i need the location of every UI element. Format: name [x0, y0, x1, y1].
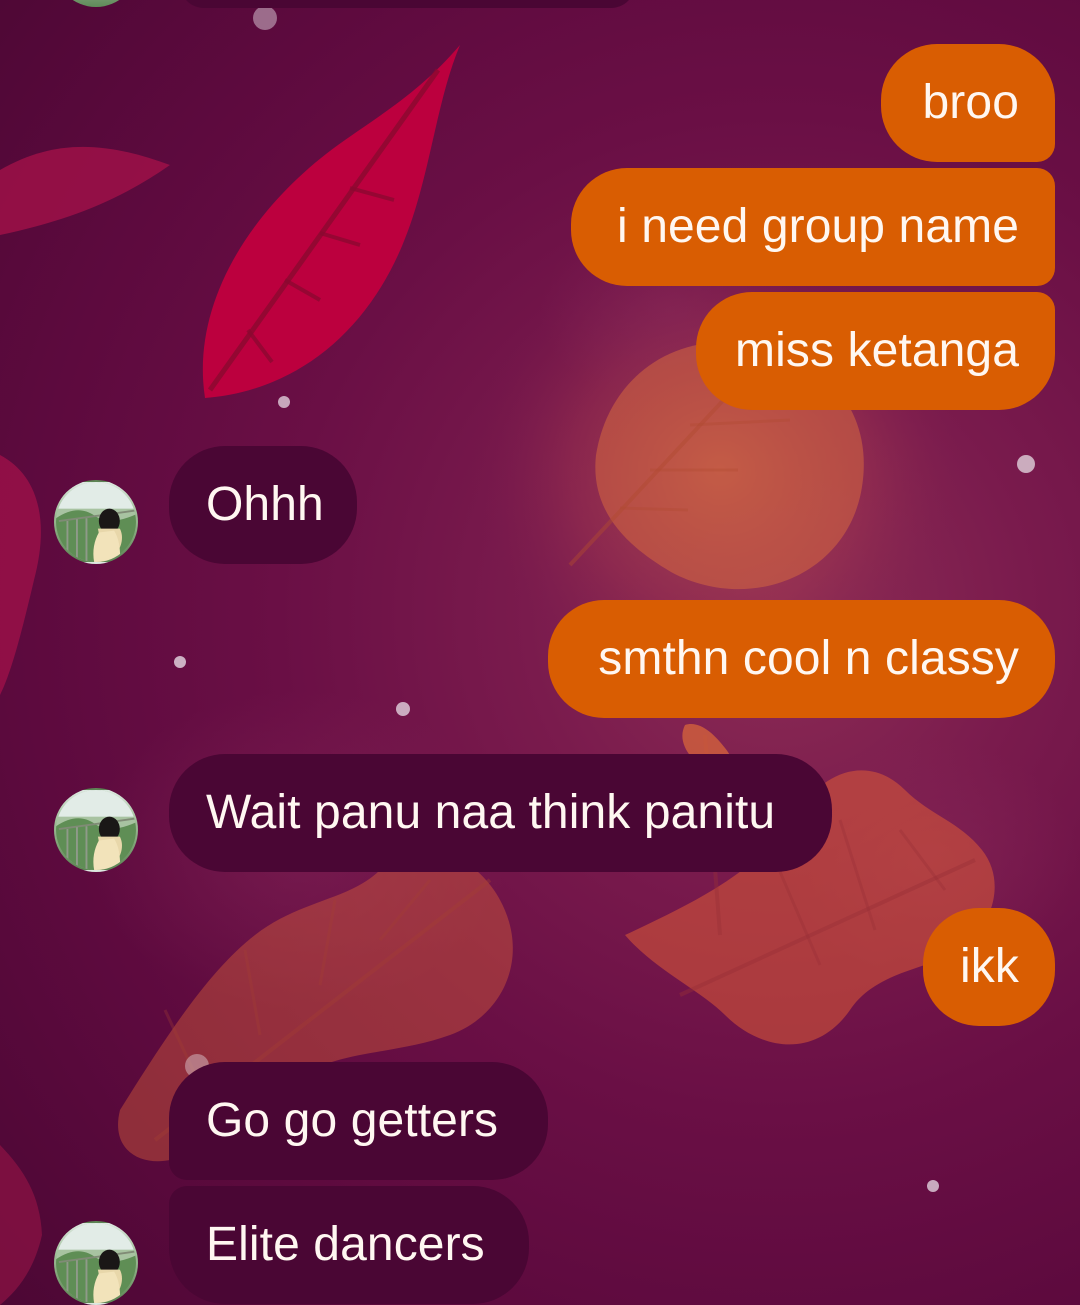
profile-photo-icon: [56, 1223, 136, 1303]
profile-photo-icon: [56, 790, 136, 870]
message-bubble-outgoing: i need group name: [571, 168, 1055, 286]
message-bubble-outgoing: smthn cool n classy: [548, 600, 1055, 718]
profile-photo-icon: [56, 482, 136, 562]
message-bubble-incoming: Go go getters: [169, 1062, 548, 1180]
previous-message-fragment: [180, 0, 635, 8]
message-bubble-outgoing: miss ketanga: [696, 292, 1055, 410]
message-bubble-incoming: Wait panu naa think panitu: [169, 754, 832, 872]
avatar: [54, 1221, 138, 1305]
message-bubble-outgoing: broo: [881, 44, 1055, 162]
avatar: [54, 788, 138, 872]
chat-screen: broo i need group name miss ketanga Ohhh…: [0, 0, 1080, 1305]
previous-avatar-fragment: [54, 0, 138, 7]
avatar: [54, 480, 138, 564]
message-bubble-incoming: Elite dancers: [169, 1186, 529, 1304]
message-bubble-incoming: Ohhh: [169, 446, 357, 564]
message-bubble-outgoing: ikk: [923, 908, 1055, 1026]
